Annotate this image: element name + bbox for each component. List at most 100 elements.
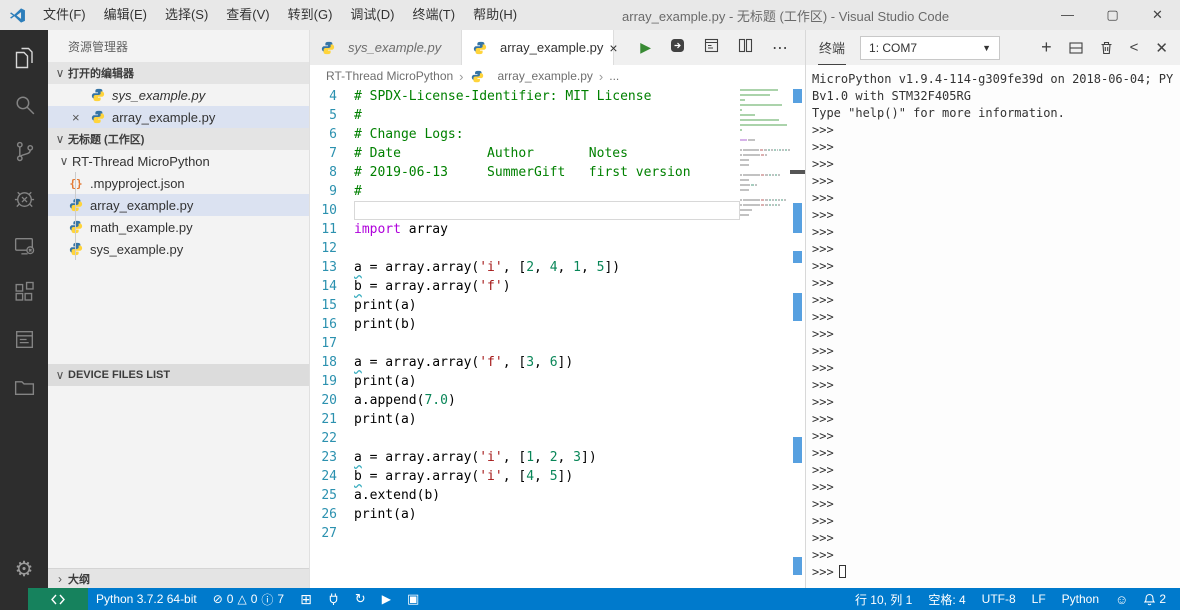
workspace-header[interactable]: ∨ 无标题 (工作区) [48,128,309,150]
more-actions-icon[interactable]: ⋯ [772,38,789,58]
menu-item[interactable]: 帮助(H) [464,0,526,30]
split-editor-icon[interactable] [738,38,753,58]
open-editor-item[interactable]: sys_example.py [48,84,309,106]
code-line[interactable]: 5 # [310,106,740,125]
close-button[interactable]: ✕ [1135,0,1180,30]
code-line[interactable]: 4 # SPDX-License-Identifier: MIT License [310,87,740,106]
line-number[interactable]: 16 [310,315,354,334]
line-number[interactable]: 15 [310,296,354,315]
breadcrumb-item[interactable]: ... [609,69,619,83]
folder-icon[interactable] [0,363,48,410]
breadcrumb-item[interactable]: array_example.py [498,69,593,83]
debug-icon[interactable] [0,175,48,222]
line-number[interactable]: 12 [310,239,354,258]
code-line[interactable]: 15 print(a) [310,296,740,315]
code-editor[interactable]: 4 # SPDX-License-Identifier: MIT License 5… [310,87,805,588]
kill-terminal-icon[interactable] [1100,41,1113,55]
outline-header[interactable]: › 大纲 [48,568,309,588]
close-panel-icon[interactable]: ✕ [1155,39,1168,57]
settings-gear-icon[interactable]: ⚙ [15,557,34,582]
menu-item[interactable]: 转到(G) [279,0,342,30]
new-terminal-icon[interactable]: + [1041,37,1052,58]
menu-item[interactable]: 调试(D) [341,0,403,30]
sync-device-icon[interactable] [670,38,685,58]
terminal-selector[interactable]: 1: COM7 ▼ [860,35,1001,60]
language-mode-status[interactable]: Python [1054,588,1107,610]
line-number[interactable]: 20 [310,391,354,410]
line-number[interactable]: 25 [310,486,354,505]
line-number[interactable]: 13 [310,258,354,277]
line-number[interactable]: 14 [310,277,354,296]
code-line[interactable]: 10 [310,201,740,220]
code-line[interactable]: 26 print(a) [310,505,740,524]
source-control-icon[interactable] [0,128,48,175]
chevron-left-icon[interactable]: < [1130,39,1139,56]
remote-indicator[interactable] [28,588,88,610]
connect-device-button[interactable] [320,588,347,610]
new-project-button[interactable]: ⊞ [292,588,320,610]
menu-item[interactable]: 选择(S) [156,0,217,30]
code-line[interactable]: 9 # [310,182,740,201]
line-number[interactable]: 18 [310,353,354,372]
eol-status[interactable]: LF [1024,588,1054,610]
sync-files-button[interactable]: ↻ [347,588,374,610]
close-tab-icon[interactable]: × [609,40,617,56]
code-line[interactable]: 16 print(b) [310,315,740,334]
line-number[interactable]: 11 [310,220,354,239]
explorer-icon[interactable] [0,34,48,81]
terminal-output[interactable]: MicroPython v1.9.4-114-g309fe39d on 2018… [806,65,1180,588]
search-icon[interactable] [0,81,48,128]
line-number[interactable]: 27 [310,524,354,543]
code-line[interactable]: 6 # Change Logs: [310,125,740,144]
device-icon[interactable] [0,222,48,269]
code-line[interactable]: 7 # Date Author Notes [310,144,740,163]
open-editors-header[interactable]: ∨ 打开的编辑器 [48,62,309,84]
tree-file-item[interactable]: math_example.py [48,216,309,238]
menu-item[interactable]: 文件(F) [34,0,95,30]
stop-button[interactable]: ▣ [399,588,427,610]
code-line[interactable]: 19 print(a) [310,372,740,391]
breadcrumb[interactable]: RT-Thread MicroPython › array_example.py… [310,65,805,87]
tab-sys-example[interactable]: sys_example.py [310,30,462,65]
line-number[interactable]: 4 [310,87,354,106]
tree-file-item[interactable]: array_example.py [48,194,309,216]
tree-file-item[interactable]: sys_example.py [48,238,309,260]
tree-folder-rt-thread[interactable]: ∨ RT-Thread MicroPython [48,150,309,172]
breadcrumb-item[interactable]: RT-Thread MicroPython [326,69,453,83]
code-line[interactable]: 25 a.extend(b) [310,486,740,505]
code-line[interactable]: 23 a = array.array('i', [1, 2, 3]) [310,448,740,467]
split-terminal-icon[interactable] [1069,41,1083,55]
line-number[interactable]: 19 [310,372,354,391]
python-interpreter-status[interactable]: Python 3.7.2 64-bit [88,588,205,610]
terminal-tab[interactable]: 终端 [818,30,847,65]
run-button[interactable]: ▶ [374,588,399,610]
code-line[interactable]: 18 a = array.array('f', [3, 6]) [310,353,740,372]
menu-item[interactable]: 编辑(E) [95,0,156,30]
line-number[interactable]: 6 [310,125,354,144]
line-number[interactable]: 24 [310,467,354,486]
line-number[interactable]: 10 [310,201,354,220]
code-line[interactable]: 17 [310,334,740,353]
line-number[interactable]: 7 [310,144,354,163]
output-document-icon[interactable] [0,316,48,363]
line-number[interactable]: 21 [310,410,354,429]
extensions-icon[interactable] [0,269,48,316]
menu-item[interactable]: 查看(V) [217,0,278,30]
maximize-button[interactable]: ▢ [1090,0,1135,30]
open-editor-item[interactable]: × array_example.py [48,106,309,128]
tree-file-item[interactable]: {} .mpyproject.json [48,172,309,194]
line-number[interactable]: 17 [310,334,354,353]
minimize-button[interactable]: — [1045,0,1090,30]
feedback-button[interactable]: ☺ [1107,588,1136,610]
cursor-position-status[interactable]: 行 10, 列 1 [847,588,920,610]
line-number[interactable]: 5 [310,106,354,125]
open-changes-icon[interactable] [704,38,719,58]
code-line[interactable]: 12 [310,239,740,258]
code-line[interactable]: 13 a = array.array('i', [2, 4, 1, 5]) [310,258,740,277]
notifications-button[interactable]: 2 [1136,588,1174,610]
code-line[interactable]: 20 a.append(7.0) [310,391,740,410]
line-number[interactable]: 23 [310,448,354,467]
overview-ruler[interactable] [790,87,805,588]
code-line[interactable]: 24 b = array.array('i', [4, 5]) [310,467,740,486]
line-number[interactable]: 22 [310,429,354,448]
